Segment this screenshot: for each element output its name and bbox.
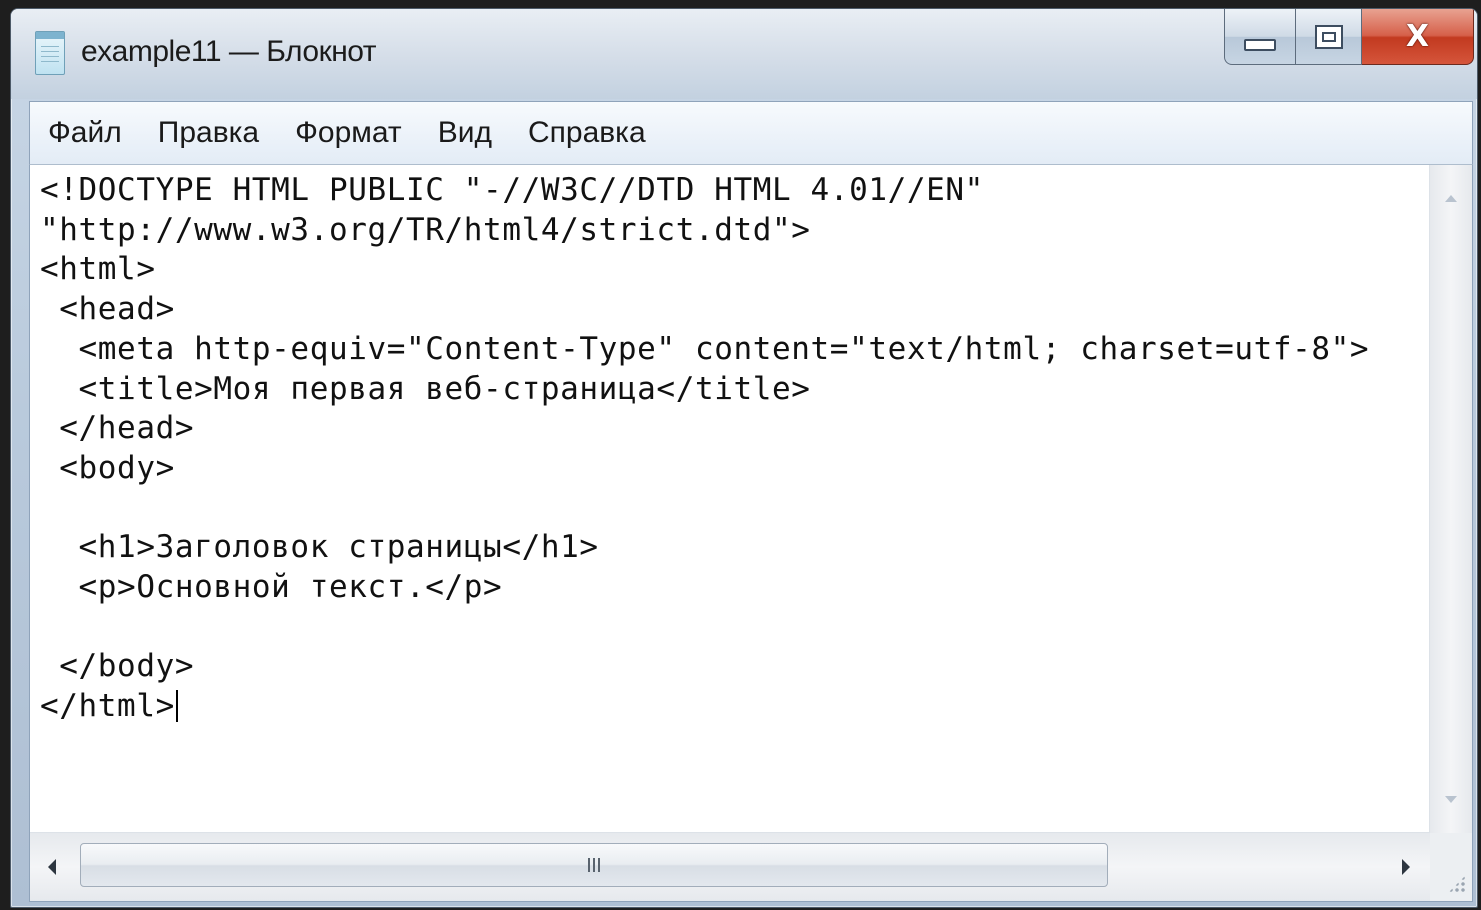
scroll-up-icon[interactable] xyxy=(1445,195,1457,202)
menu-item-format[interactable]: Формат xyxy=(295,116,402,150)
text-caret xyxy=(175,690,178,723)
editor: <!DOCTYPE HTML PUBLIC "-//W3C//DTD HTML … xyxy=(29,165,1473,902)
document-text: <!DOCTYPE HTML PUBLIC "-//W3C//DTD HTML … xyxy=(40,172,1370,725)
close-icon: X xyxy=(1405,18,1430,54)
scroll-right-icon[interactable] xyxy=(1402,859,1410,875)
thumb-grip-icon xyxy=(588,858,600,872)
menu-bar: Файл Правка Формат Вид Справка xyxy=(29,101,1473,165)
maximize-icon xyxy=(1314,24,1343,49)
horizontal-scroll-thumb[interactable] xyxy=(80,843,1108,887)
menu-item-file[interactable]: Файл xyxy=(48,116,122,150)
window-title: example11 — Блокнот xyxy=(81,35,377,68)
title-bar[interactable]: example11 — Блокнот X xyxy=(11,9,1477,99)
minimize-button[interactable] xyxy=(1224,9,1296,65)
minimize-icon xyxy=(1244,38,1276,51)
notepad-icon[interactable] xyxy=(35,31,65,75)
scroll-left-icon[interactable] xyxy=(48,859,56,875)
vertical-scrollbar[interactable] xyxy=(1429,165,1472,833)
caption-buttons: X xyxy=(1224,9,1474,67)
menu-item-edit[interactable]: Правка xyxy=(158,116,259,150)
notepad-window: example11 — Блокнот X Файл Правка Формат… xyxy=(10,8,1478,908)
maximize-button[interactable] xyxy=(1296,9,1362,65)
horizontal-scrollbar[interactable] xyxy=(30,832,1430,901)
text-area[interactable]: <!DOCTYPE HTML PUBLIC "-//W3C//DTD HTML … xyxy=(30,165,1430,833)
scroll-down-icon[interactable] xyxy=(1445,796,1457,803)
size-grip[interactable] xyxy=(1430,833,1472,901)
menu-item-help[interactable]: Справка xyxy=(528,116,646,150)
menu-item-view[interactable]: Вид xyxy=(438,116,492,150)
close-button[interactable]: X xyxy=(1362,9,1474,65)
